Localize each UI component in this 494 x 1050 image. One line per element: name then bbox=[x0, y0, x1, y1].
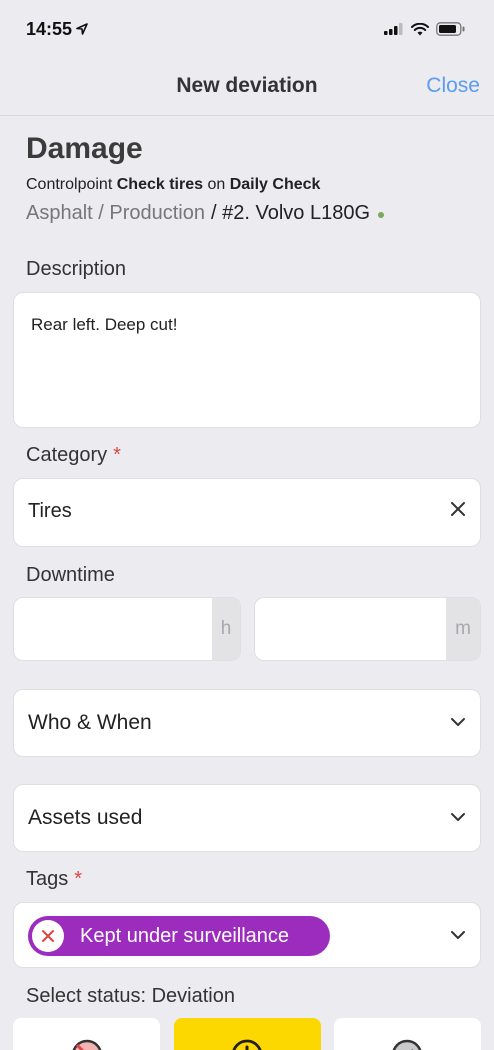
description-value: Rear left. Deep cut! bbox=[31, 315, 178, 334]
minutes-unit: m bbox=[446, 598, 480, 660]
tag-chip: Kept under surveillance bbox=[28, 916, 330, 956]
controlpoint-name: Check tires bbox=[116, 176, 203, 193]
assets-used-label: Assets used bbox=[28, 806, 143, 829]
status-time: 14:55 bbox=[26, 19, 88, 40]
who-when-label: Who & When bbox=[28, 711, 152, 734]
description-field[interactable]: Rear left. Deep cut! bbox=[13, 292, 481, 428]
chevron-down-icon bbox=[451, 718, 465, 726]
nav-title: New deviation bbox=[176, 74, 318, 97]
who-when-section[interactable]: Who & When bbox=[13, 689, 481, 757]
hours-unit: h bbox=[212, 598, 240, 660]
status-option-deviation[interactable] bbox=[174, 1018, 321, 1050]
assets-used-section[interactable]: Assets used bbox=[13, 784, 481, 852]
downtime-label: Downtime bbox=[26, 564, 115, 586]
no-entry-icon bbox=[72, 1039, 102, 1050]
tags-label: Tags * bbox=[26, 868, 82, 891]
controlpoint-prefix: Controlpoint bbox=[26, 176, 113, 193]
chevron-down-icon bbox=[451, 931, 465, 939]
select-status-label: Select status: Deviation bbox=[26, 985, 235, 1007]
status-option-ok[interactable] bbox=[334, 1018, 481, 1050]
description-label: Description bbox=[26, 258, 127, 280]
breadcrumb-location: Asphalt / Production bbox=[26, 202, 205, 224]
category-field[interactable]: Tires bbox=[13, 478, 481, 547]
chevron-down-icon bbox=[451, 813, 465, 821]
breadcrumb: Asphalt / Production / #2. Volvo L180G bbox=[26, 202, 385, 225]
tag-chip-label: Kept under surveillance bbox=[80, 924, 290, 947]
check-circle-icon bbox=[392, 1039, 422, 1050]
status-indicators bbox=[384, 22, 466, 36]
battery-icon bbox=[436, 22, 465, 36]
category-label-text: Category bbox=[26, 444, 108, 466]
downtime-hours-input[interactable]: h bbox=[13, 597, 241, 661]
wifi-icon bbox=[411, 22, 429, 35]
page-title: Damage bbox=[26, 132, 143, 165]
exclamation-icon bbox=[232, 1039, 262, 1050]
tags-label-text: Tags bbox=[26, 868, 69, 890]
remove-tag-button[interactable] bbox=[32, 920, 64, 952]
category-label: Category * bbox=[26, 444, 121, 467]
category-value: Tires bbox=[28, 500, 72, 522]
breadcrumb-asset: / #2. Volvo L180G bbox=[211, 202, 371, 224]
tags-field[interactable]: Kept under surveillance bbox=[13, 902, 481, 968]
required-mark: * bbox=[113, 444, 121, 466]
clear-icon[interactable] bbox=[448, 499, 468, 519]
status-dot bbox=[378, 211, 385, 218]
controlpoint-line: Controlpoint Check tires on Daily Check bbox=[26, 176, 320, 194]
downtime-minutes-input[interactable]: m bbox=[254, 597, 481, 661]
clock: 14:55 bbox=[26, 18, 73, 39]
status-bar: 14:55 bbox=[0, 0, 494, 58]
cellular-signal-icon bbox=[384, 23, 403, 35]
navigation-bar: New deviation Close bbox=[0, 58, 494, 116]
on-word: on bbox=[207, 176, 226, 193]
close-icon bbox=[42, 930, 54, 942]
check-name: Daily Check bbox=[229, 176, 321, 193]
close-button[interactable]: Close bbox=[426, 74, 480, 98]
location-arrow-icon bbox=[76, 23, 88, 35]
required-mark: * bbox=[74, 868, 83, 890]
status-option-blocked[interactable] bbox=[13, 1018, 160, 1050]
